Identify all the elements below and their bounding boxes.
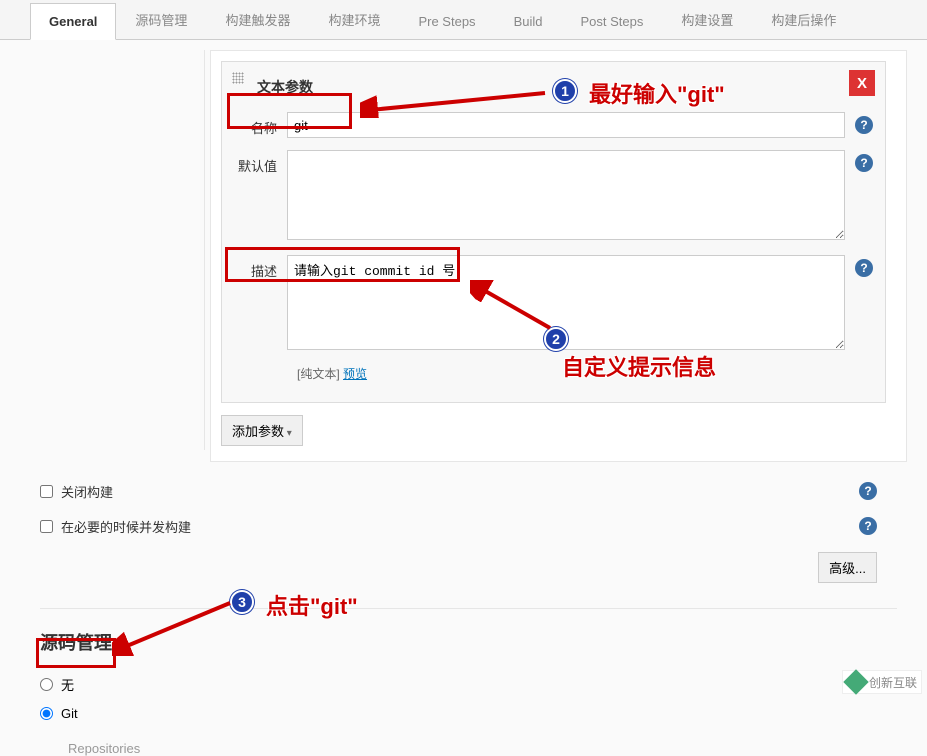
row-concurrent-build: 在必要的时候并发构建 xyxy=(40,517,897,536)
text-param-block: X 文本参数 名称 默认值 描述 请输入git commit id 号 xyxy=(221,61,886,403)
desc-format-hint: [纯文本] 预览 xyxy=(297,365,875,382)
row-desc: 描述 请输入git commit id 号 xyxy=(232,255,875,353)
tab-env[interactable]: 构建环境 xyxy=(309,0,399,39)
tab-build[interactable]: Build xyxy=(495,3,562,39)
scm-section-title: 源码管理 xyxy=(40,629,897,655)
watermark: 创新互联 xyxy=(842,670,922,694)
textarea-desc[interactable]: 请输入git commit id 号 xyxy=(287,255,845,350)
tab-general[interactable]: General xyxy=(30,3,116,40)
row-disable-build: 关闭构建 xyxy=(40,482,897,501)
scm-option-git[interactable]: Git xyxy=(40,706,897,721)
preview-link[interactable]: 预览 xyxy=(343,367,367,381)
row-name: 名称 xyxy=(232,112,875,138)
label-git: Git xyxy=(61,706,78,721)
label-desc: 描述 xyxy=(232,255,287,280)
radio-none[interactable] xyxy=(40,678,53,691)
tab-post-steps[interactable]: Post Steps xyxy=(561,3,662,39)
row-default: 默认值 xyxy=(232,150,875,243)
watermark-logo-icon xyxy=(843,669,868,694)
input-name[interactable] xyxy=(287,112,845,138)
sidebar-placeholder xyxy=(30,50,205,450)
help-icon[interactable] xyxy=(855,154,873,172)
scm-option-none[interactable]: 无 xyxy=(40,675,897,694)
label-none: 无 xyxy=(61,675,74,694)
textarea-default[interactable] xyxy=(287,150,845,240)
radio-git[interactable] xyxy=(40,707,53,720)
label-concurrent: 在必要的时候并发构建 xyxy=(61,517,191,536)
label-default: 默认值 xyxy=(232,150,287,175)
watermark-text: 创新互联 xyxy=(869,674,917,691)
repositories-label: Repositories xyxy=(68,741,897,756)
add-parameter-button[interactable]: 添加参数 xyxy=(221,415,303,446)
remove-param-button[interactable]: X xyxy=(849,70,875,96)
param-type-title: 文本参数 xyxy=(257,77,875,97)
hint-prefix: [纯文本] xyxy=(297,367,340,381)
help-icon[interactable] xyxy=(859,517,877,535)
tab-triggers[interactable]: 构建触发器 xyxy=(206,0,309,39)
section-divider xyxy=(40,608,897,609)
tab-build-settings[interactable]: 构建设置 xyxy=(662,0,752,39)
drag-handle-icon[interactable] xyxy=(232,72,244,84)
help-icon[interactable] xyxy=(855,259,873,277)
label-disable-build: 关闭构建 xyxy=(61,482,113,501)
tab-pre-steps[interactable]: Pre Steps xyxy=(399,3,494,39)
tab-scm[interactable]: 源码管理 xyxy=(116,0,206,39)
help-icon[interactable] xyxy=(859,482,877,500)
checkbox-concurrent[interactable] xyxy=(40,520,53,533)
checkbox-disable-build[interactable] xyxy=(40,485,53,498)
label-name: 名称 xyxy=(232,112,287,137)
advanced-button[interactable]: 高级 xyxy=(818,552,877,583)
config-tabs: General 源码管理 构建触发器 构建环境 Pre Steps Build … xyxy=(0,0,927,40)
parameters-panel: X 文本参数 名称 默认值 描述 请输入git commit id 号 xyxy=(210,50,907,462)
tab-post-build[interactable]: 构建后操作 xyxy=(752,0,855,39)
help-icon[interactable] xyxy=(855,116,873,134)
